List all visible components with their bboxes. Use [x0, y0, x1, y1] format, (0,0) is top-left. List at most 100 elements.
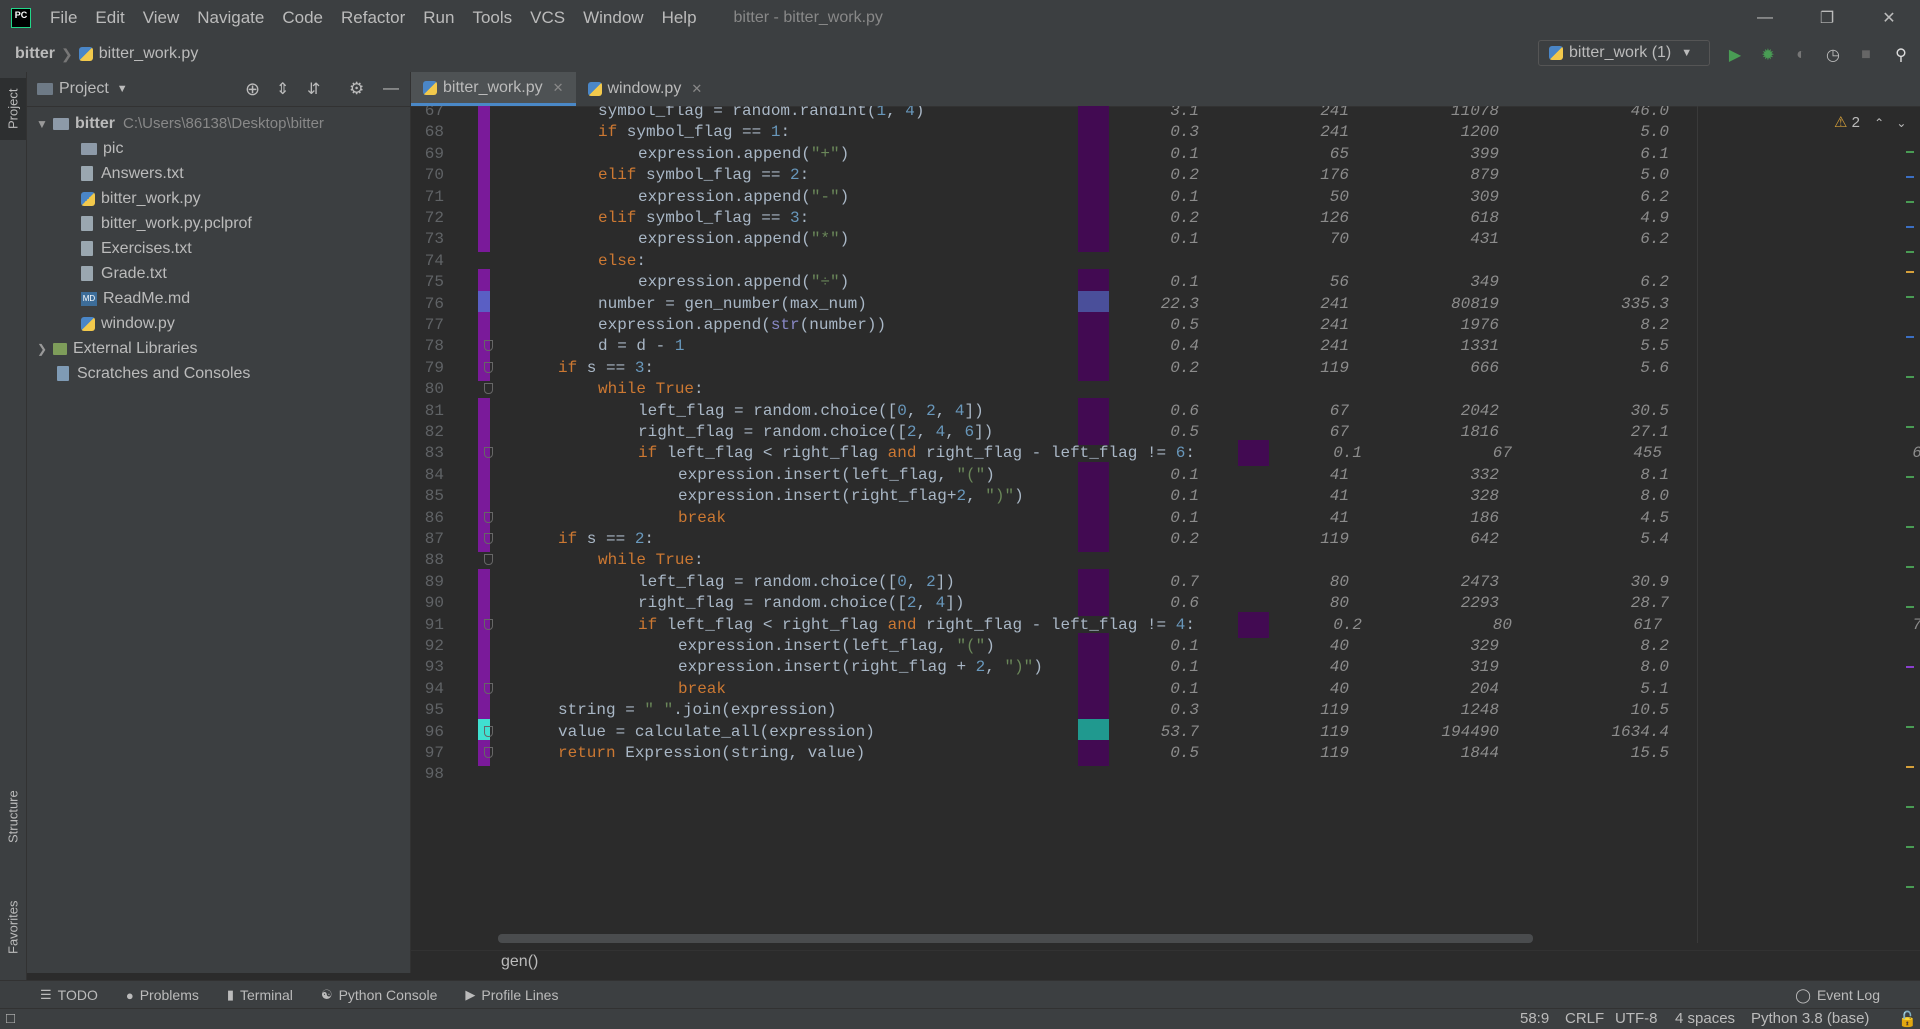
tree-item[interactable]: Exercises.txt — [27, 236, 410, 261]
warning-indicator[interactable]: ⚠ 2 ⌃ ⌄ — [1834, 113, 1906, 131]
error-stripe-mark[interactable] — [1906, 426, 1914, 428]
error-stripe-mark[interactable] — [1906, 271, 1914, 273]
error-stripe-mark[interactable] — [1906, 766, 1914, 768]
python-console-button[interactable]: ☯ Python Console — [321, 987, 438, 1003]
lock-icon[interactable]: 🔓 — [1898, 1010, 1917, 1028]
tree-item[interactable]: pic — [27, 136, 410, 161]
error-stripe-mark[interactable] — [1906, 886, 1914, 888]
tree-item[interactable]: MD ReadMe.md — [27, 286, 410, 311]
toggle-panels-icon[interactable]: □ — [6, 1010, 15, 1027]
collapse-all-icon[interactable]: ⇵ — [307, 79, 320, 99]
project-panel-title[interactable]: Project — [59, 80, 109, 98]
error-stripe-mark[interactable] — [1906, 176, 1914, 178]
fold-marker-icon[interactable] — [484, 554, 493, 566]
todo-button[interactable]: ☰ TODO — [40, 987, 98, 1003]
error-stripe-mark[interactable] — [1906, 476, 1914, 478]
profile-icon[interactable]: ◷ — [1822, 44, 1844, 66]
error-stripe-mark[interactable] — [1906, 251, 1914, 253]
editor-tab[interactable]: window.py ✕ — [576, 72, 715, 106]
breadcrumb-project[interactable]: bitter — [15, 45, 55, 63]
run-configuration-select[interactable]: bitter_work (1) ▼ — [1538, 40, 1710, 66]
python-interpreter[interactable]: Python 3.8 (base) — [1751, 1010, 1869, 1027]
close-icon[interactable]: ✕ — [1858, 0, 1920, 36]
restore-icon[interactable]: ❐ — [1796, 0, 1858, 36]
tree-item[interactable]: Grade.txt — [27, 261, 410, 286]
fold-marker-icon[interactable] — [484, 747, 493, 758]
menu-tools[interactable]: Tools — [463, 8, 521, 28]
tree-item[interactable]: window.py — [27, 311, 410, 336]
function-breadcrumb[interactable]: gen() — [501, 953, 538, 971]
minimize-icon[interactable]: — — [1734, 0, 1796, 36]
chevron-down-icon[interactable]: ▼ — [35, 117, 49, 131]
run-icon[interactable]: ▶ — [1724, 44, 1746, 66]
fold-marker-icon[interactable] — [484, 682, 493, 694]
event-log-button[interactable]: ◯ Event Log — [1795, 987, 1880, 1004]
error-stripe-mark[interactable] — [1906, 376, 1914, 378]
locate-icon[interactable]: ⊕ — [245, 79, 260, 100]
error-stripe-mark[interactable] — [1906, 151, 1914, 153]
tree-item[interactable]: Answers.txt — [27, 161, 410, 186]
problems-button[interactable]: ● Problems — [126, 987, 199, 1003]
code-line[interactable]: 98 — [411, 761, 1920, 787]
line-separator[interactable]: CRLF — [1565, 1010, 1604, 1027]
error-stripe-mark[interactable] — [1906, 526, 1914, 528]
breadcrumb-file[interactable]: bitter_work.py — [99, 45, 199, 63]
fold-marker-icon[interactable] — [484, 340, 493, 352]
tree-item[interactable]: bitter_work.py — [27, 186, 410, 211]
menu-edit[interactable]: Edit — [86, 8, 133, 28]
error-stripe[interactable] — [1900, 106, 1920, 943]
close-tab-icon[interactable]: ✕ — [553, 80, 564, 96]
search-icon[interactable]: ⚲ — [1890, 44, 1912, 66]
tool-window-project[interactable]: Project — [0, 78, 26, 140]
editor-tab[interactable]: bitter_work.py ✕ — [411, 72, 576, 106]
error-stripe-mark[interactable] — [1906, 726, 1914, 728]
terminal-button[interactable]: ▮ Terminal — [227, 987, 293, 1003]
tree-item[interactable]: bitter_work.py.pclprof — [27, 211, 410, 236]
error-stripe-mark[interactable] — [1906, 846, 1914, 848]
error-stripe-mark[interactable] — [1906, 201, 1914, 203]
caret-position[interactable]: 58:9 — [1520, 1010, 1549, 1027]
tree-scratches[interactable]: Scratches and Consoles — [27, 361, 410, 386]
tree-external-libraries[interactable]: ❯ External Libraries — [27, 336, 410, 361]
menu-view[interactable]: View — [134, 8, 189, 28]
profile-lines-button[interactable]: ▶ Profile Lines — [465, 987, 558, 1003]
fold-marker-icon[interactable] — [484, 725, 493, 737]
coverage-icon[interactable]: ◐ — [1790, 44, 1812, 66]
menu-code[interactable]: Code — [273, 8, 332, 28]
error-stripe-mark[interactable] — [1906, 666, 1914, 668]
menu-file[interactable]: File — [41, 8, 86, 28]
error-stripe-mark[interactable] — [1906, 566, 1914, 568]
fold-marker-icon[interactable] — [484, 447, 493, 459]
fold-marker-icon[interactable] — [484, 361, 493, 373]
hide-panel-icon[interactable]: — — [383, 80, 399, 98]
menu-refactor[interactable]: Refactor — [332, 8, 414, 28]
chevron-up-icon[interactable]: ⌃ — [1874, 116, 1884, 130]
error-stripe-mark[interactable] — [1906, 806, 1914, 808]
tool-window-structure[interactable]: Structure — [0, 772, 26, 862]
error-stripe-mark[interactable] — [1906, 336, 1914, 338]
menu-vcs[interactable]: VCS — [521, 8, 574, 28]
file-encoding[interactable]: UTF-8 — [1615, 1010, 1658, 1027]
gear-icon[interactable]: ⚙ — [349, 79, 364, 99]
expand-all-icon[interactable]: ⇕ — [276, 79, 289, 99]
tree-root[interactable]: ▼ bitter C:\Users\86138\Desktop\bitter — [27, 111, 410, 136]
debug-icon[interactable]: ✹ — [1757, 44, 1779, 66]
error-stripe-mark[interactable] — [1906, 606, 1914, 608]
fold-marker-icon[interactable] — [484, 533, 493, 544]
tool-window-favorites[interactable]: Favorites — [0, 882, 26, 972]
chevron-down-icon[interactable]: ▼ — [117, 83, 128, 95]
error-stripe-mark[interactable] — [1906, 296, 1914, 298]
fold-marker-icon[interactable] — [484, 511, 493, 523]
chevron-right-icon[interactable]: ❯ — [35, 342, 49, 356]
fold-marker-icon[interactable] — [484, 618, 493, 630]
code-area[interactable]: 67 symbol_flag = random.randint(1, 4) 3.1 2… — [411, 106, 1920, 901]
close-tab-icon[interactable]: ✕ — [691, 81, 702, 97]
menu-run[interactable]: Run — [414, 8, 463, 28]
horizontal-scrollbar[interactable] — [498, 934, 1533, 943]
fold-marker-icon[interactable] — [484, 383, 493, 395]
menu-navigate[interactable]: Navigate — [188, 8, 273, 28]
menu-window[interactable]: Window — [574, 8, 652, 28]
stop-icon[interactable]: ■ — [1855, 44, 1877, 66]
indent-setting[interactable]: 4 spaces — [1675, 1010, 1735, 1027]
error-stripe-mark[interactable] — [1906, 226, 1914, 228]
